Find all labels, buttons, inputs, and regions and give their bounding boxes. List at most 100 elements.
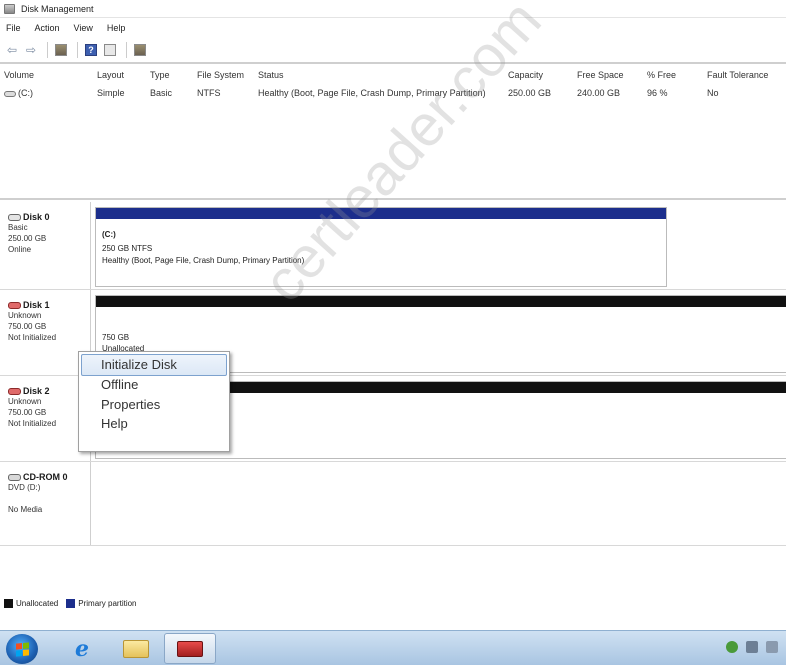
table-row[interactable]: (C:) Simple Basic NTFS Healthy (Boot, Pa… <box>0 84 786 102</box>
drive-icon <box>4 90 16 97</box>
action-center-icon[interactable] <box>726 641 738 653</box>
disk-size <box>8 493 90 504</box>
column-header-volume[interactable]: Volume <box>4 70 34 80</box>
partition-c[interactable]: (C:) 250 GB NTFS Healthy (Boot, Page Fil… <box>95 207 667 287</box>
disk-type: DVD (D:) <box>8 483 41 492</box>
menu-bar: File Action View Help <box>0 19 786 37</box>
disk-label: Disk 0 <box>23 212 50 222</box>
toolbar: ⇦ ⇨ ? <box>0 38 786 64</box>
layout-cell: Simple <box>97 88 125 98</box>
volume-list: Volume Layout Type File System Status Ca… <box>0 66 786 200</box>
show-hide-console-tree-button[interactable] <box>53 42 69 58</box>
toolbar-separator <box>47 42 48 58</box>
column-header-percent-free[interactable]: % Free <box>647 70 676 80</box>
menu-action[interactable]: Action <box>35 23 60 33</box>
disk-info-disk-0[interactable]: Disk 0 Basic 250.00 GB Online <box>0 202 91 289</box>
taskbar-windows-explorer[interactable] <box>110 633 162 664</box>
network-icon[interactable] <box>746 641 758 653</box>
legend-unallocated: Unallocated <box>16 598 59 608</box>
disk-management-icon <box>4 3 15 14</box>
rescan-disks-button[interactable] <box>132 42 148 58</box>
disk-label: CD-ROM 0 <box>23 472 68 482</box>
partition-title: (C:) <box>102 229 116 240</box>
initialize-disk-menu-item[interactable]: Initialize Disk <box>101 357 177 372</box>
unallocated-swatch <box>4 598 13 608</box>
primary-partition-bar <box>96 208 666 219</box>
forward-arrow-icon[interactable]: ⇨ <box>23 42 39 58</box>
percent-free-cell: 96 % <box>647 88 668 98</box>
hard-disk-icon <box>8 213 21 221</box>
disk-row-cdrom-0: CD-ROM 0 DVD (D:) No Media <box>0 462 786 546</box>
context-menu: Initialize Disk Offline Properties Help <box>78 351 230 452</box>
rescan-icon <box>134 44 146 56</box>
disk-type: Unknown <box>8 311 42 320</box>
disk-size: 250.00 GB <box>8 234 47 243</box>
disk-label: Disk 1 <box>23 300 50 310</box>
disk-status: No Media <box>8 505 43 514</box>
offline-menu-item[interactable]: Offline <box>101 377 138 392</box>
disk-type: Basic <box>8 223 28 232</box>
toolbox-icon <box>177 640 203 657</box>
disk-name: CD-ROM 0 <box>8 472 90 482</box>
disk-size: 750.00 GB <box>8 322 47 331</box>
column-header-file-system[interactable]: File System <box>197 70 244 80</box>
column-header-type[interactable]: Type <box>150 70 170 80</box>
windows-logo-icon <box>15 641 29 657</box>
taskbar-computer-management[interactable] <box>164 633 216 664</box>
title-bar: Disk Management <box>0 0 786 18</box>
capacity-cell: 250.00 GB <box>508 88 552 98</box>
unallocated-size: 750 GB <box>102 333 130 342</box>
volume-cell: (C:) <box>4 88 33 98</box>
volume-list-header: Volume Layout Type File System Status Ca… <box>0 66 786 84</box>
primary-partition-swatch <box>66 598 76 608</box>
partition-status: Healthy (Boot, Page File, Crash Dump, Pr… <box>102 256 305 265</box>
uninitialized-disk-icon <box>8 387 21 395</box>
partition-size: 250 GB NTFS <box>102 244 153 253</box>
help-icon: ? <box>85 44 97 56</box>
legend-primary-partition: Primary partition <box>78 598 137 608</box>
file-system-cell: NTFS <box>197 88 221 98</box>
disk-info-cdrom-0[interactable]: CD-ROM 0 DVD (D:) No Media <box>0 462 91 545</box>
column-header-capacity[interactable]: Capacity <box>508 70 543 80</box>
window-title: Disk Management <box>21 3 94 14</box>
fault-tolerance-cell: No <box>707 88 719 98</box>
system-tray <box>718 641 778 653</box>
partition-title-text: (C:) <box>102 230 116 239</box>
menu-view[interactable]: View <box>74 23 93 33</box>
taskbar: e <box>0 630 786 665</box>
disk-label: Disk 2 <box>23 386 50 396</box>
disk-status: Online <box>8 245 32 254</box>
help-button[interactable]: ? <box>83 42 99 58</box>
back-arrow-icon[interactable]: ⇦ <box>4 42 20 58</box>
folder-icon <box>123 639 149 658</box>
console-tree-icon <box>55 44 67 56</box>
disk-name: Disk 1 <box>8 300 90 310</box>
menu-help[interactable]: Help <box>107 23 126 33</box>
legend: Unallocated Primary partition <box>0 594 786 612</box>
help-menu-item[interactable]: Help <box>101 416 128 431</box>
column-header-fault-tolerance[interactable]: Fault Tolerance <box>707 70 768 80</box>
uninitialized-disk-icon <box>8 301 21 309</box>
column-header-layout[interactable]: Layout <box>97 70 124 80</box>
free-space-cell: 240.00 GB <box>577 88 621 98</box>
disk-name: Disk 0 <box>8 212 90 222</box>
toolbar-separator <box>126 42 127 58</box>
disk-status: Not Initialized <box>8 333 57 342</box>
properties-icon <box>104 44 116 56</box>
toolbar-separator <box>77 42 78 58</box>
volume-icon[interactable] <box>766 641 778 653</box>
properties-menu-item[interactable]: Properties <box>101 397 160 412</box>
start-button[interactable] <box>6 634 38 664</box>
status-cell: Healthy (Boot, Page File, Crash Dump, Pr… <box>258 88 486 98</box>
menu-file[interactable]: File <box>6 23 21 33</box>
volume-name: (C:) <box>18 88 33 98</box>
taskbar-internet-explorer[interactable]: e <box>56 633 108 664</box>
disk-row-disk-0: Disk 0 Basic 250.00 GB Online (C:) 250 G… <box>0 202 786 290</box>
column-header-status[interactable]: Status <box>258 70 284 80</box>
properties-button[interactable] <box>102 42 118 58</box>
type-cell: Basic <box>150 88 173 98</box>
unallocated-bar <box>96 296 786 307</box>
internet-explorer-icon: e <box>75 635 89 662</box>
column-header-free-space[interactable]: Free Space <box>577 70 624 80</box>
cd-rom-icon <box>8 473 21 481</box>
